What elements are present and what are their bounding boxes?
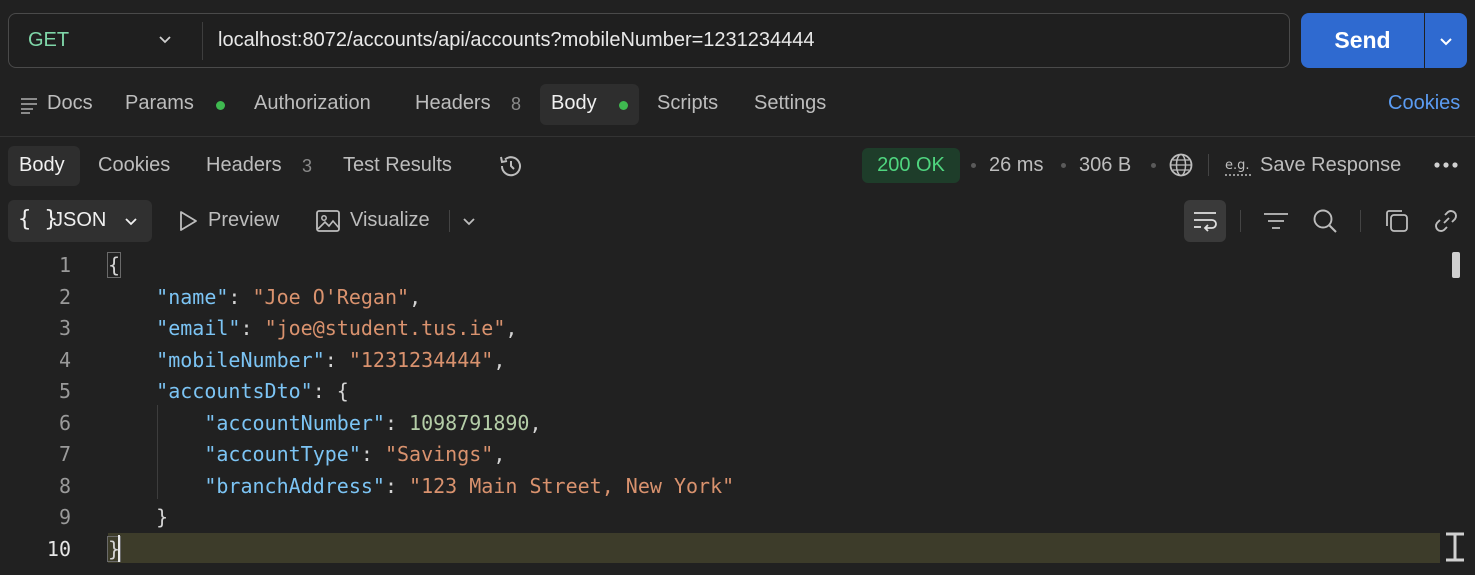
code-line: 9 } (0, 501, 1440, 533)
line-number: 6 (58, 410, 71, 435)
response-tab-test-results[interactable]: Test Results (343, 154, 452, 177)
svg-text:e.g.: e.g. (1225, 158, 1250, 173)
separator-dot (971, 163, 976, 168)
response-size: 306 B (1079, 154, 1132, 176)
wrap-icon (1191, 208, 1219, 234)
tab-authorization[interactable]: Authorization (254, 92, 371, 115)
response-body-editor[interactable]: 1 { 2 "name": "Joe O'Regan", 3 "email": … (0, 248, 1475, 575)
code-text: "accountType": "Savings", (204, 442, 506, 466)
preview-button[interactable]: Preview (208, 209, 279, 232)
code-line: 7 "accountType": "Savings", (0, 438, 1440, 470)
save-response-button[interactable]: Save Response (1260, 154, 1401, 177)
response-tab-body[interactable]: Body (19, 154, 65, 177)
active-line-highlight (108, 532, 1440, 563)
copy-icon[interactable] (1383, 207, 1411, 235)
format-label: JSON (53, 209, 107, 231)
code-text: "mobileNumber": "1231234444", (156, 347, 506, 372)
code-line: 6 "accountNumber": 1098791890, (0, 407, 1440, 439)
image-icon (315, 209, 341, 233)
line-number: 8 (58, 473, 71, 498)
cookies-link[interactable]: Cookies (1388, 92, 1460, 115)
line-number: 2 (58, 284, 71, 309)
tab-params[interactable]: Params (125, 92, 194, 115)
send-button[interactable]: Send (1301, 13, 1424, 68)
response-headers-count: 3 (302, 156, 313, 176)
code-line: 4 "mobileNumber": "1231234444", (0, 344, 1440, 376)
more-icon[interactable] (1433, 160, 1461, 170)
send-options-button[interactable] (1425, 13, 1467, 68)
text-cursor (118, 534, 120, 562)
headers-count: 8 (511, 94, 522, 114)
code-text: "accountsDto": { (156, 379, 349, 403)
divider (0, 136, 1475, 137)
line-number: 10 (46, 536, 71, 561)
tab-headers[interactable]: Headers (415, 92, 491, 115)
line-number: 1 (58, 253, 71, 277)
code-text: { (106, 252, 122, 278)
play-icon (176, 209, 200, 233)
example-icon[interactable]: e.g. (1224, 154, 1252, 178)
search-icon[interactable] (1311, 207, 1339, 235)
code-line: 2 "name": "Joe O'Regan", (0, 281, 1440, 313)
line-number: 7 (58, 442, 71, 466)
response-tab-headers[interactable]: Headers (206, 154, 282, 177)
line-number: 3 (58, 316, 71, 340)
chevron-down-icon[interactable] (461, 213, 477, 229)
toolbar-separator (1208, 154, 1209, 176)
code-text: "name": "Joe O'Regan", (156, 284, 422, 309)
code-text: "accountNumber": 1098791890, (204, 410, 542, 435)
toolbar-separator (1240, 210, 1241, 232)
tab-body[interactable]: Body (551, 92, 597, 115)
code-line: 8 "branchAddress": "123 Main Street, New… (0, 470, 1440, 502)
code-line: 1 { (0, 249, 1440, 281)
separator-dot (1151, 163, 1156, 168)
scrollbar-thumb[interactable] (1452, 252, 1460, 278)
url-input[interactable]: localhost:8072/accounts/api/accounts?mob… (218, 29, 815, 52)
line-number: 4 (58, 347, 71, 372)
code-line: 3 "email": "joe@student.tus.ie", (0, 312, 1440, 344)
docs-icon (19, 95, 39, 115)
globe-icon[interactable] (1168, 152, 1194, 178)
params-indicator-dot (216, 101, 225, 110)
code-text: "email": "joe@student.tus.ie", (156, 316, 518, 340)
toolbar-separator (449, 210, 450, 232)
toolbar-separator (1360, 210, 1361, 232)
tab-settings[interactable]: Settings (754, 92, 826, 115)
tab-scripts[interactable]: Scripts (657, 92, 718, 115)
method-select[interactable]: GET (28, 29, 69, 52)
filter-icon[interactable] (1262, 210, 1290, 232)
tab-docs[interactable]: Docs (47, 92, 93, 115)
json-braces-icon: { } (18, 207, 58, 232)
body-indicator-dot (619, 101, 628, 110)
code-text: } (108, 505, 169, 529)
chevron-down-icon (1440, 37, 1452, 45)
line-number: 5 (58, 379, 71, 403)
chevron-down-icon[interactable] (157, 31, 173, 47)
code-line-active: 10 } (0, 532, 1440, 565)
status-badge: 200 OK (862, 148, 960, 183)
link-icon[interactable] (1432, 207, 1460, 235)
response-time: 26 ms (989, 154, 1044, 176)
separator-dot (1061, 163, 1066, 168)
history-icon[interactable] (497, 152, 525, 180)
visualize-button[interactable]: Visualize (350, 209, 430, 232)
chevron-down-icon (123, 213, 139, 229)
code-text: "branchAddress": "123 Main Street, New Y… (204, 473, 735, 498)
code-line: 5 "accountsDto": { (0, 375, 1440, 407)
text-cursor-icon (1444, 532, 1466, 562)
line-number: 9 (58, 505, 71, 529)
url-divider (202, 22, 203, 60)
response-tab-cookies[interactable]: Cookies (98, 154, 170, 177)
